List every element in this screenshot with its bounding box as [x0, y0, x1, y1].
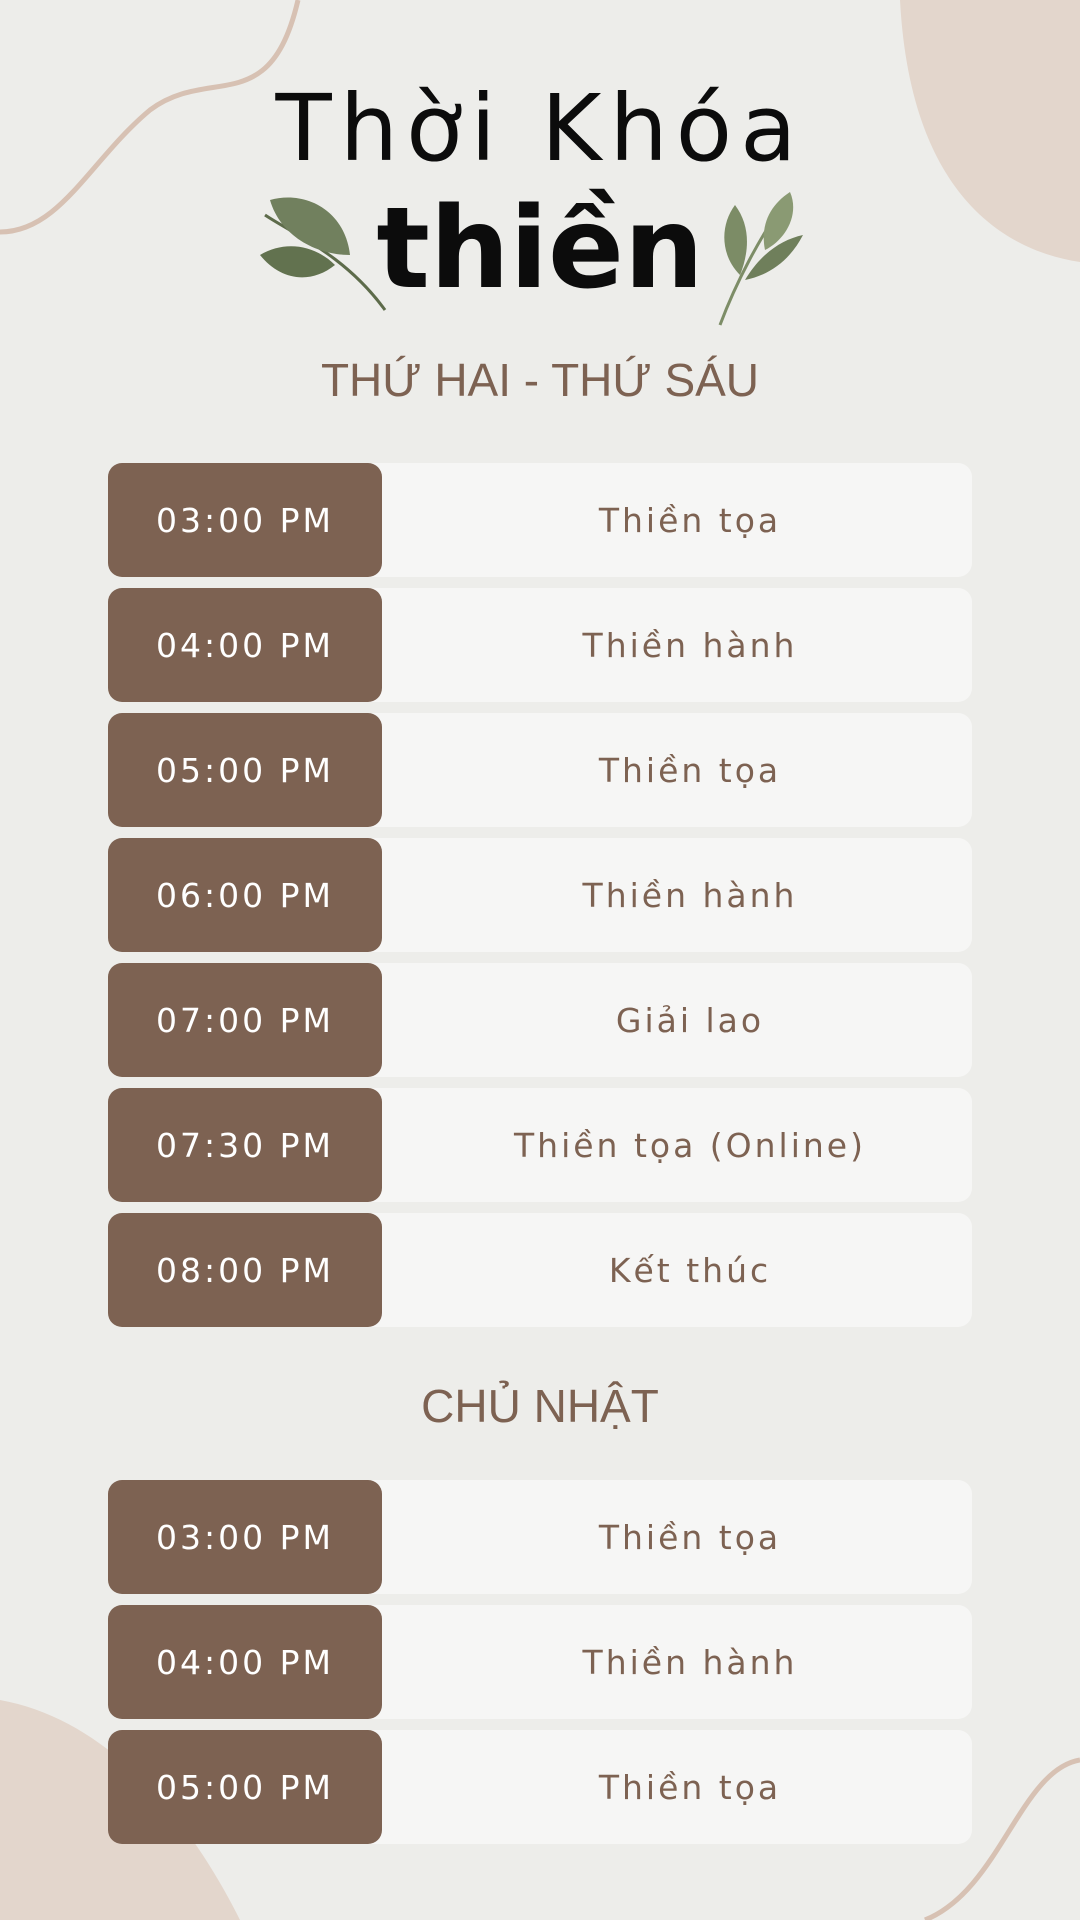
page-subtitle: thiền: [376, 184, 704, 314]
schedule-row: Thiền hành 06:00 PM: [108, 838, 972, 952]
page-title: Thời Khóa: [275, 75, 805, 182]
activity-label: Thiền tọa: [308, 1730, 972, 1844]
time-badge: 05:00 PM: [108, 1730, 382, 1844]
activity-label: Thiền tọa: [308, 463, 972, 577]
schedule-row: Thiền hành 04:00 PM: [108, 1605, 972, 1719]
time-badge: 08:00 PM: [108, 1213, 382, 1327]
time-badge: 07:30 PM: [108, 1088, 382, 1202]
time-badge: 04:00 PM: [108, 1605, 382, 1719]
time-badge: 05:00 PM: [108, 713, 382, 827]
schedule-row: Thiền tọa 03:00 PM: [108, 463, 972, 577]
leaf-sprig-icon: [718, 192, 803, 326]
time-badge: 06:00 PM: [108, 838, 382, 952]
activity-label: Thiền tọa: [308, 713, 972, 827]
activity-label: Thiền hành: [308, 1605, 972, 1719]
schedule-row: Giải lao 07:00 PM: [108, 963, 972, 1077]
schedule-row: Thiền tọa 05:00 PM: [108, 713, 972, 827]
sunday-schedule: Thiền tọa 03:00 PM Thiền hành 04:00 PM Thiền…: [108, 1480, 972, 1844]
weekday-heading: THỨ HAI - THỨ SÁU: [320, 354, 760, 406]
schedule-row: Thiền tọa 03:00 PM: [108, 1480, 972, 1594]
leaf-sprig-icon: [260, 197, 387, 311]
time-badge: 03:00 PM: [108, 463, 382, 577]
schedule-row: Thiền tọa 05:00 PM: [108, 1730, 972, 1844]
weekday-schedule: Thiền tọa 03:00 PM Thiền hành 04:00 PM Thiền…: [108, 463, 972, 1327]
schedule-row: Kết thúc 08:00 PM: [108, 1213, 972, 1327]
sunday-heading: CHỦ NHẬT: [421, 1380, 659, 1432]
activity-label: Giải lao: [308, 963, 972, 1077]
time-badge: 04:00 PM: [108, 588, 382, 702]
activity-label: Kết thúc: [308, 1213, 972, 1327]
time-badge: 03:00 PM: [108, 1480, 382, 1594]
activity-label: Thiền tọa: [308, 1480, 972, 1594]
time-badge: 07:00 PM: [108, 963, 382, 1077]
activity-label: Thiền hành: [308, 838, 972, 952]
schedule-row: Thiền hành 04:00 PM: [108, 588, 972, 702]
activity-label: Thiền tọa (Online): [308, 1088, 972, 1202]
activity-label: Thiền hành: [308, 588, 972, 702]
schedule-row: Thiền tọa (Online) 07:30 PM: [108, 1088, 972, 1202]
